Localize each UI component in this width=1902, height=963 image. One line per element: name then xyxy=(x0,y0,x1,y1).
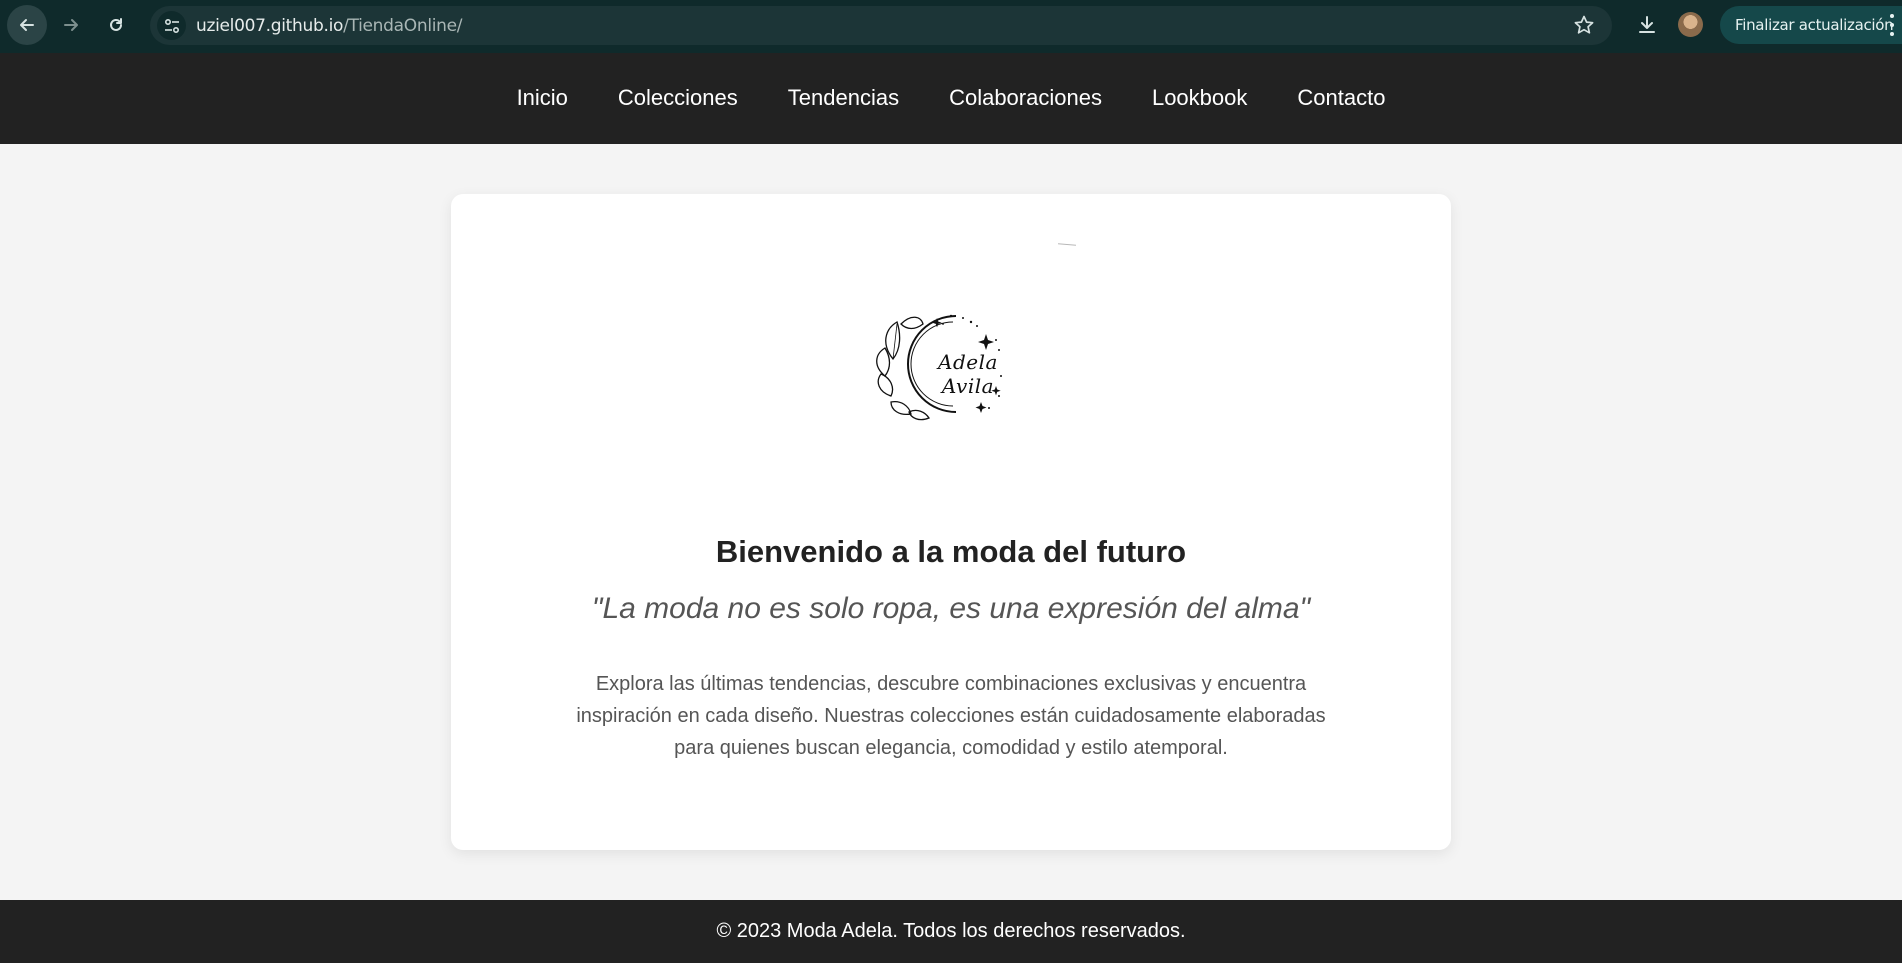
forward-button[interactable] xyxy=(51,5,91,45)
intro-paragraph: Explora las últimas tendencias, descubre… xyxy=(576,673,1326,759)
reload-icon xyxy=(110,18,122,31)
back-button[interactable] xyxy=(7,5,47,45)
profile-avatar[interactable] xyxy=(1678,12,1703,37)
nav-item-tendencias[interactable]: Tendencias xyxy=(788,85,899,111)
tagline-quote: "La moda no es solo ropa, es una expresi… xyxy=(591,592,1311,625)
url-path: /TiendaOnline/ xyxy=(343,16,463,36)
reload-button[interactable] xyxy=(96,5,136,45)
nav-list: Inicio Colecciones Tendencias Colaboraci… xyxy=(0,85,1902,111)
copyright-text: © 2023 Moda Adela. Todos los derechos re… xyxy=(716,920,1186,942)
site-navigation: Inicio Colecciones Tendencias Colaboraci… xyxy=(0,53,1902,144)
welcome-card: Adela Avila Bienvenido a la moda del fut… xyxy=(451,194,1451,850)
menu-kebab-icon[interactable] xyxy=(1889,14,1895,36)
tune-icon xyxy=(164,18,179,33)
arrow-right-icon xyxy=(64,19,78,31)
url-text: uziel007.github.io/TiendaOnline/ xyxy=(196,16,463,36)
nav-item-inicio[interactable]: Inicio xyxy=(517,85,568,111)
divider-mark xyxy=(1057,243,1077,246)
brand-logo: Adela Avila xyxy=(871,304,1036,424)
bookmark-button[interactable] xyxy=(1572,13,1596,37)
update-button[interactable]: Finalizar actualización xyxy=(1720,6,1902,44)
nav-item-contacto[interactable]: Contacto xyxy=(1297,85,1385,111)
nav-item-colaboraciones[interactable]: Colaboraciones xyxy=(949,85,1102,111)
download-icon xyxy=(1639,16,1655,33)
browser-toolbar: uziel007.github.io/TiendaOnline/ Finaliz… xyxy=(0,0,1902,53)
nav-item-colecciones[interactable]: Colecciones xyxy=(618,85,738,111)
nav-item-lookbook[interactable]: Lookbook xyxy=(1152,85,1247,111)
star-icon xyxy=(1574,15,1594,34)
arrow-left-icon xyxy=(20,19,34,31)
address-bar[interactable]: uziel007.github.io/TiendaOnline/ xyxy=(150,6,1612,45)
logo-text: Adela Avila xyxy=(938,350,998,398)
page-title: Bienvenido a la moda del futuro xyxy=(715,534,1187,569)
site-info-button[interactable] xyxy=(157,11,186,40)
url-host: uziel007.github.io xyxy=(196,16,344,36)
downloads-button[interactable] xyxy=(1632,10,1662,40)
site-footer: © 2023 Moda Adela. Todos los derechos re… xyxy=(0,900,1902,963)
